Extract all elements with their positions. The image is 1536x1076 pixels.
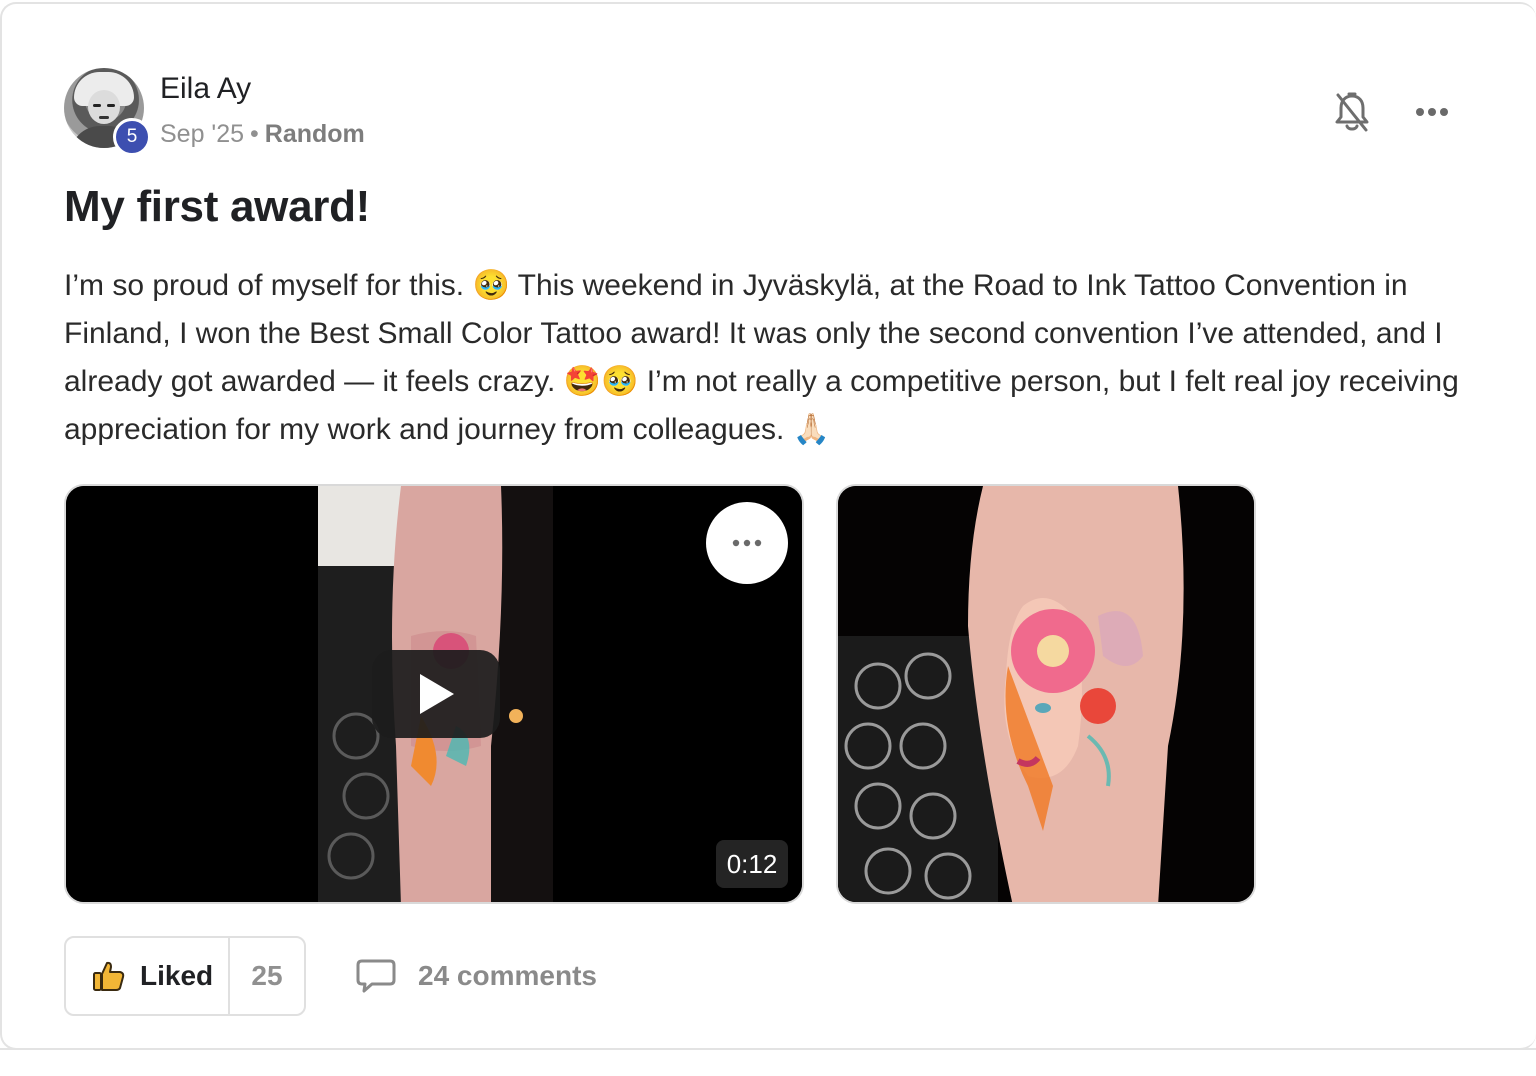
video-duration: 0:12 xyxy=(716,840,788,888)
post-title: My first award! xyxy=(64,182,371,231)
more-horizontal-icon xyxy=(732,539,762,547)
post-category[interactable]: Random xyxy=(265,120,365,148)
like-control: Liked 25 xyxy=(64,936,306,1016)
author-name[interactable]: Eila Ay xyxy=(160,72,251,106)
like-count[interactable]: 25 xyxy=(228,938,304,1014)
video-player[interactable]: 0:12 xyxy=(64,484,804,904)
comments-count: 24 comments xyxy=(418,960,597,991)
more-horizontal-icon xyxy=(1416,108,1448,116)
like-label: Liked xyxy=(140,960,214,991)
play-icon xyxy=(420,674,454,714)
post-date: Sep '25 xyxy=(160,120,245,148)
more-options-button[interactable] xyxy=(1412,98,1452,126)
post-body: I’m so proud of myself for this. 🥹 This … xyxy=(64,269,1459,446)
like-button[interactable]: Liked xyxy=(66,938,228,1014)
thumbs-up-icon xyxy=(93,961,125,991)
divider xyxy=(0,1048,1536,1050)
comments-button[interactable]: 24 comments xyxy=(356,954,597,998)
bell-off-icon[interactable] xyxy=(1332,90,1372,134)
play-button[interactable] xyxy=(372,650,500,738)
meta-separator: • xyxy=(250,120,259,148)
level-badge: 5 xyxy=(113,118,151,156)
comment-icon xyxy=(356,959,396,993)
post-meta: Sep '25 • Random xyxy=(160,120,365,149)
media-options-button[interactable] xyxy=(706,502,788,584)
tattoo-photo[interactable] xyxy=(836,484,1256,904)
